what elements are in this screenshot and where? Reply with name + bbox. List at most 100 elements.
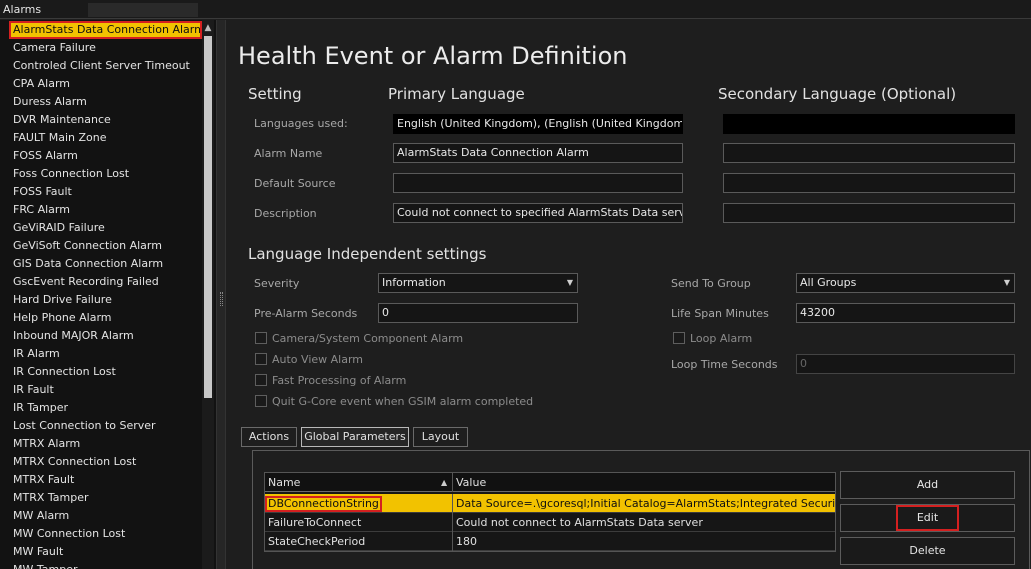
- checkbox-box[interactable]: [255, 353, 267, 365]
- loop-alarm-checkbox[interactable]: Loop Alarm: [673, 332, 752, 348]
- alarm-list-item[interactable]: GeViRAID Failure: [9, 219, 202, 237]
- severity-dropdown[interactable]: Information ▼: [378, 273, 578, 293]
- window-title: Alarms: [3, 3, 42, 16]
- severity-value: Information: [382, 276, 446, 289]
- alarm-list: AlarmStats Data Connection Alarm Camera …: [9, 21, 202, 569]
- description-label: Description: [254, 207, 317, 220]
- language-independent-heading: Language Independent settings: [248, 245, 487, 263]
- description-primary-input[interactable]: Could not connect to specified AlarmStat…: [393, 203, 683, 223]
- alarm-list-item[interactable]: Hard Drive Failure: [9, 291, 202, 309]
- table-row[interactable]: FailureToConnect Could not connect to Al…: [265, 513, 835, 532]
- quit-gcore-event-checkbox[interactable]: Quit G-Core event when GSIM alarm comple…: [255, 395, 533, 411]
- pre-alarm-seconds-label: Pre-Alarm Seconds: [254, 307, 358, 320]
- tab-layout[interactable]: Layout: [413, 427, 468, 447]
- default-source-secondary-input[interactable]: [723, 173, 1015, 193]
- checkbox-label: Fast Processing of Alarm: [272, 374, 407, 387]
- alarm-list-item[interactable]: GIS Data Connection Alarm: [9, 255, 202, 273]
- alarm-list-scrollbar[interactable]: ▲: [202, 20, 214, 569]
- alarm-name-secondary-input[interactable]: [723, 143, 1015, 163]
- add-button[interactable]: Add: [840, 471, 1015, 499]
- table-cell-value: Data Source=.\gcoresql;Initial Catalog=A…: [456, 497, 835, 510]
- alarm-list-item[interactable]: MTRX Connection Lost: [9, 453, 202, 471]
- page-title: Health Event or Alarm Definition: [238, 42, 628, 70]
- alarm-list-item[interactable]: MW Tamper: [9, 561, 202, 569]
- checkbox-label: Loop Alarm: [690, 332, 753, 345]
- edit-button-highlight: [896, 505, 959, 531]
- table-cell-name: DBConnectionString: [265, 494, 453, 513]
- table-cell-name: StateCheckPeriod: [265, 532, 453, 551]
- chevron-down-icon: ▼: [1003, 278, 1010, 287]
- alarm-list-item[interactable]: DVR Maintenance: [9, 111, 202, 129]
- alarm-list-item[interactable]: FRC Alarm: [9, 201, 202, 219]
- alarm-name-label: Alarm Name: [254, 147, 323, 160]
- alarm-list-item[interactable]: Duress Alarm: [9, 93, 202, 111]
- send-to-group-label: Send To Group: [671, 277, 751, 290]
- column-header-value[interactable]: Value: [453, 473, 835, 492]
- title-bar-tab-placeholder: [88, 3, 198, 17]
- alarm-list-panel: AlarmStats Data Connection Alarm Camera …: [0, 20, 216, 569]
- table-cell-name: FailureToConnect: [265, 513, 453, 532]
- alarm-list-item[interactable]: FAULT Main Zone: [9, 129, 202, 147]
- loop-time-seconds-input[interactable]: 0: [796, 354, 1015, 374]
- default-source-label: Default Source: [254, 177, 336, 190]
- auto-view-alarm-checkbox[interactable]: Auto View Alarm: [255, 353, 363, 369]
- description-secondary-input[interactable]: [723, 203, 1015, 223]
- severity-label: Severity: [254, 277, 300, 290]
- alarm-list-item[interactable]: IR Connection Lost: [9, 363, 202, 381]
- languages-used-label: Languages used:: [254, 117, 348, 130]
- checkbox-label: Auto View Alarm: [272, 353, 364, 366]
- tab-actions[interactable]: Actions: [241, 427, 297, 447]
- checkbox-box[interactable]: [255, 332, 267, 344]
- pre-alarm-seconds-input[interactable]: 0: [378, 303, 578, 323]
- life-span-minutes-input[interactable]: 43200: [796, 303, 1015, 323]
- languages-used-secondary: [723, 114, 1015, 134]
- alarm-list-item[interactable]: FOSS Alarm: [9, 147, 202, 165]
- alarm-list-item[interactable]: IR Fault: [9, 381, 202, 399]
- send-to-group-value: All Groups: [800, 276, 857, 289]
- sort-ascending-icon: ▲: [441, 478, 448, 487]
- table-header-row: Name ▲ Value: [265, 473, 835, 492]
- alarm-list-item[interactable]: MTRX Tamper: [9, 489, 202, 507]
- column-heading-primary-language: Primary Language: [388, 85, 525, 103]
- send-to-group-dropdown[interactable]: All Groups ▼: [796, 273, 1015, 293]
- splitter-grip-icon: [220, 292, 223, 306]
- camera-system-component-checkbox[interactable]: Camera/System Component Alarm: [255, 332, 463, 348]
- alarm-list-item[interactable]: Help Phone Alarm: [9, 309, 202, 327]
- delete-button[interactable]: Delete: [840, 537, 1015, 565]
- alarm-list-item[interactable]: Inbound MAJOR Alarm: [9, 327, 202, 345]
- default-source-primary-input[interactable]: [393, 173, 683, 193]
- alarm-list-item[interactable]: FOSS Fault: [9, 183, 202, 201]
- alarm-list-item[interactable]: Controled Client Server Timeout: [9, 57, 202, 75]
- checkbox-box[interactable]: [255, 374, 267, 386]
- checkbox-box[interactable]: [673, 332, 685, 344]
- alarm-list-item[interactable]: IR Tamper: [9, 399, 202, 417]
- alarm-list-item[interactable]: CPA Alarm: [9, 75, 202, 93]
- table-row[interactable]: DBConnectionString Data Source=.\gcoresq…: [265, 494, 835, 513]
- alarm-list-item[interactable]: MW Fault: [9, 543, 202, 561]
- panel-splitter[interactable]: [216, 20, 226, 569]
- alarm-list-item[interactable]: GscEvent Recording Failed: [9, 273, 202, 291]
- global-parameters-table: Name ▲ Value DBConnectionString Data Sou…: [264, 472, 836, 552]
- alarm-list-item[interactable]: IR Alarm: [9, 345, 202, 363]
- alarm-list-item[interactable]: MW Alarm: [9, 507, 202, 525]
- alarm-list-item[interactable]: MW Connection Lost: [9, 525, 202, 543]
- alarm-name-primary-input[interactable]: AlarmStats Data Connection Alarm: [393, 143, 683, 163]
- loop-time-seconds-label: Loop Time Seconds: [671, 358, 778, 371]
- scrollbar-thumb[interactable]: [204, 36, 212, 398]
- alarm-list-item[interactable]: AlarmStats Data Connection Alarm: [9, 21, 202, 39]
- table-row[interactable]: StateCheckPeriod 180: [265, 532, 835, 551]
- alarm-list-item[interactable]: Camera Failure: [9, 39, 202, 57]
- alarm-list-item[interactable]: MTRX Fault: [9, 471, 202, 489]
- column-heading-setting: Setting: [248, 85, 302, 103]
- fast-processing-checkbox[interactable]: Fast Processing of Alarm: [255, 374, 406, 390]
- alarm-list-item[interactable]: MTRX Alarm: [9, 435, 202, 453]
- column-header-name[interactable]: Name ▲: [265, 473, 453, 492]
- alarm-list-item[interactable]: Foss Connection Lost: [9, 165, 202, 183]
- checkbox-box[interactable]: [255, 395, 267, 407]
- checkbox-label: Quit G-Core event when GSIM alarm comple…: [272, 395, 534, 408]
- alarm-list-item[interactable]: GeViSoft Connection Alarm: [9, 237, 202, 255]
- chevron-up-icon[interactable]: ▲: [202, 22, 214, 34]
- alarm-list-item[interactable]: Lost Connection to Server: [9, 417, 202, 435]
- window-title-bar: Alarms: [0, 0, 1031, 19]
- tab-global-parameters[interactable]: Global Parameters: [301, 427, 409, 447]
